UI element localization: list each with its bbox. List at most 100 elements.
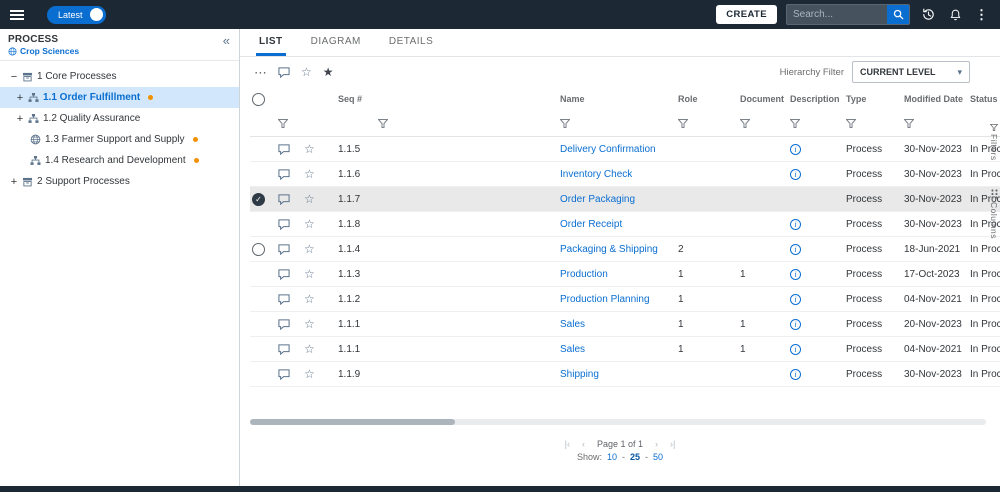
more-actions-icon[interactable]: ⋯ xyxy=(254,66,267,79)
col-header-modified-date[interactable]: Modified Date xyxy=(898,94,964,104)
notifications-button[interactable] xyxy=(947,6,964,24)
process-link[interactable]: Production xyxy=(560,269,608,280)
last-page-icon[interactable]: ›| xyxy=(670,439,675,449)
prev-page-icon[interactable]: ‹ xyxy=(582,439,585,449)
overflow-menu-button[interactable]: ⋮ xyxy=(973,5,990,25)
tree-item-quality-assurance[interactable]: + 1.2 Quality Assurance xyxy=(0,108,239,129)
process-link[interactable]: Sales xyxy=(560,344,585,355)
tree-expander-icon[interactable]: + xyxy=(10,176,18,188)
col-header-documents[interactable]: Documents xyxy=(726,94,784,104)
tab-details[interactable]: DETAILS xyxy=(386,29,436,56)
tree-item-research-and-development[interactable]: 1.4 Research and Development xyxy=(0,150,239,171)
filter-funnel-icon[interactable] xyxy=(904,119,914,128)
table-row[interactable]: ☆ 1.1.1 Sales 1 1 i Process 04-Nov-2021 … xyxy=(250,337,1000,362)
filters-panel-toggle[interactable]: Filters xyxy=(989,124,999,161)
col-header-type[interactable]: Type xyxy=(840,94,898,104)
comment-icon[interactable] xyxy=(278,143,290,155)
horizontal-scrollbar-thumb[interactable] xyxy=(250,419,455,425)
hierarchy-filter-dropdown[interactable]: CURRENT LEVEL ▾ xyxy=(852,61,970,83)
selected-check-icon[interactable]: ✓ xyxy=(252,192,265,206)
search-input[interactable] xyxy=(787,9,887,20)
filter-funnel-icon[interactable] xyxy=(560,119,570,128)
info-icon[interactable]: i xyxy=(790,218,801,230)
latest-toggle[interactable]: Latest xyxy=(47,5,106,24)
star-icon[interactable]: ☆ xyxy=(304,218,315,230)
process-link[interactable]: Delivery Confirmation xyxy=(560,144,656,155)
table-row[interactable]: ☆ 1.1.2 Production Planning 1 i Process … xyxy=(250,287,1000,312)
info-icon[interactable]: i xyxy=(790,243,801,255)
history-button[interactable] xyxy=(919,5,938,24)
col-header-role[interactable]: Role xyxy=(664,94,726,104)
star-icon[interactable]: ☆ xyxy=(304,168,315,180)
info-icon[interactable]: i xyxy=(790,343,801,355)
col-header-description[interactable]: Description xyxy=(784,94,840,104)
table-row[interactable]: ☆ 1.1.1 Sales 1 1 i Process 20-Nov-2023 … xyxy=(250,312,1000,337)
col-header-seq[interactable]: Seq # xyxy=(332,94,546,104)
filter-funnel-icon[interactable] xyxy=(740,119,750,128)
info-icon[interactable]: i xyxy=(790,293,801,305)
table-row[interactable]: ☆ 1.1.6 Inventory Check i Process 30-Nov… xyxy=(250,162,1000,187)
page-size-25[interactable]: 25 xyxy=(630,452,640,462)
search-button[interactable] xyxy=(887,5,909,24)
page-size-50[interactable]: 50 xyxy=(653,452,663,462)
filter-funnel-icon[interactable] xyxy=(378,119,388,128)
star-icon[interactable]: ☆ xyxy=(304,243,315,255)
process-link[interactable]: Inventory Check xyxy=(560,169,632,180)
table-row[interactable]: ☆ 1.1.5 Delivery Confirmation i Process … xyxy=(250,137,1000,162)
menu-icon[interactable] xyxy=(10,9,24,20)
process-link[interactable]: Shipping xyxy=(560,369,599,380)
filter-funnel-icon[interactable] xyxy=(678,119,688,128)
process-link[interactable]: Order Receipt xyxy=(560,219,622,230)
table-row[interactable]: ☆ 1.1.3 Production 1 1 i Process 17-Oct-… xyxy=(250,262,1000,287)
create-button[interactable]: CREATE xyxy=(716,5,777,24)
tree-item-order-fulfillment[interactable]: + 1.1 Order Fulfillment xyxy=(0,87,239,108)
star-icon[interactable]: ☆ xyxy=(304,293,315,305)
comment-icon[interactable] xyxy=(278,168,290,180)
comment-icon[interactable] xyxy=(278,293,290,305)
first-page-icon[interactable]: |‹ xyxy=(565,439,570,449)
comment-icon[interactable] xyxy=(278,243,290,255)
tree-item-support-processes[interactable]: + 2 Support Processes xyxy=(0,171,239,192)
tree-expander-icon[interactable]: + xyxy=(16,113,24,125)
table-row[interactable]: ☆ 1.1.9 Shipping i Process 30-Nov-2023 I… xyxy=(250,362,1000,387)
info-icon[interactable]: i xyxy=(790,318,801,330)
info-icon[interactable]: i xyxy=(790,268,801,280)
star-icon[interactable]: ☆ xyxy=(304,343,315,355)
star-icon[interactable]: ☆ xyxy=(304,318,315,330)
tree-expander-icon[interactable]: + xyxy=(16,92,24,104)
info-icon[interactable]: i xyxy=(790,143,801,155)
comment-icon[interactable] xyxy=(278,368,290,380)
process-link[interactable]: Order Packaging xyxy=(560,194,635,205)
page-size-10[interactable]: 10 xyxy=(607,452,617,462)
comment-icon[interactable] xyxy=(278,318,290,330)
table-row-hovered[interactable]: ☆ 1.1.4 Packaging & Shipping 2 i Process… xyxy=(250,237,1000,262)
collapse-sidebar-icon[interactable]: « xyxy=(223,33,230,48)
table-row-selected[interactable]: ✓ ☆ 1.1.7 Order Packaging Process 30-Nov… xyxy=(250,187,1000,212)
process-link[interactable]: Packaging & Shipping xyxy=(560,244,658,255)
col-header-name[interactable]: Name xyxy=(546,94,664,104)
tree-item-farmer-support-and-supply[interactable]: 1.3 Farmer Support and Supply xyxy=(0,129,239,150)
star-icon[interactable]: ☆ xyxy=(304,368,315,380)
filter-funnel-icon[interactable] xyxy=(278,119,288,128)
comment-icon[interactable] xyxy=(278,193,290,205)
tab-diagram[interactable]: DIAGRAM xyxy=(308,29,364,56)
tab-list[interactable]: LIST xyxy=(256,29,286,56)
star-icon[interactable]: ☆ xyxy=(304,193,315,205)
col-header-status[interactable]: Status xyxy=(964,94,1000,104)
organization-row[interactable]: Crop Sciences xyxy=(8,46,231,56)
select-all-radio[interactable] xyxy=(252,92,265,106)
info-icon[interactable]: i xyxy=(790,168,801,180)
star-icon[interactable]: ☆ xyxy=(304,143,315,155)
row-select-radio[interactable] xyxy=(252,242,265,256)
favorite-outline-icon[interactable]: ☆ xyxy=(301,66,312,78)
tree-item-core-processes[interactable]: − 1 Core Processes xyxy=(0,66,239,87)
info-icon[interactable]: i xyxy=(790,368,801,380)
horizontal-scrollbar-track[interactable] xyxy=(250,419,986,425)
favorite-filled-icon[interactable]: ★ xyxy=(323,66,334,78)
tree-expander-icon[interactable]: − xyxy=(10,71,18,83)
comment-icon[interactable] xyxy=(278,268,290,280)
columns-panel-toggle[interactable]: Columns xyxy=(989,189,999,239)
process-link[interactable]: Production Planning xyxy=(560,294,650,305)
next-page-icon[interactable]: › xyxy=(655,439,658,449)
process-link[interactable]: Sales xyxy=(560,319,585,330)
